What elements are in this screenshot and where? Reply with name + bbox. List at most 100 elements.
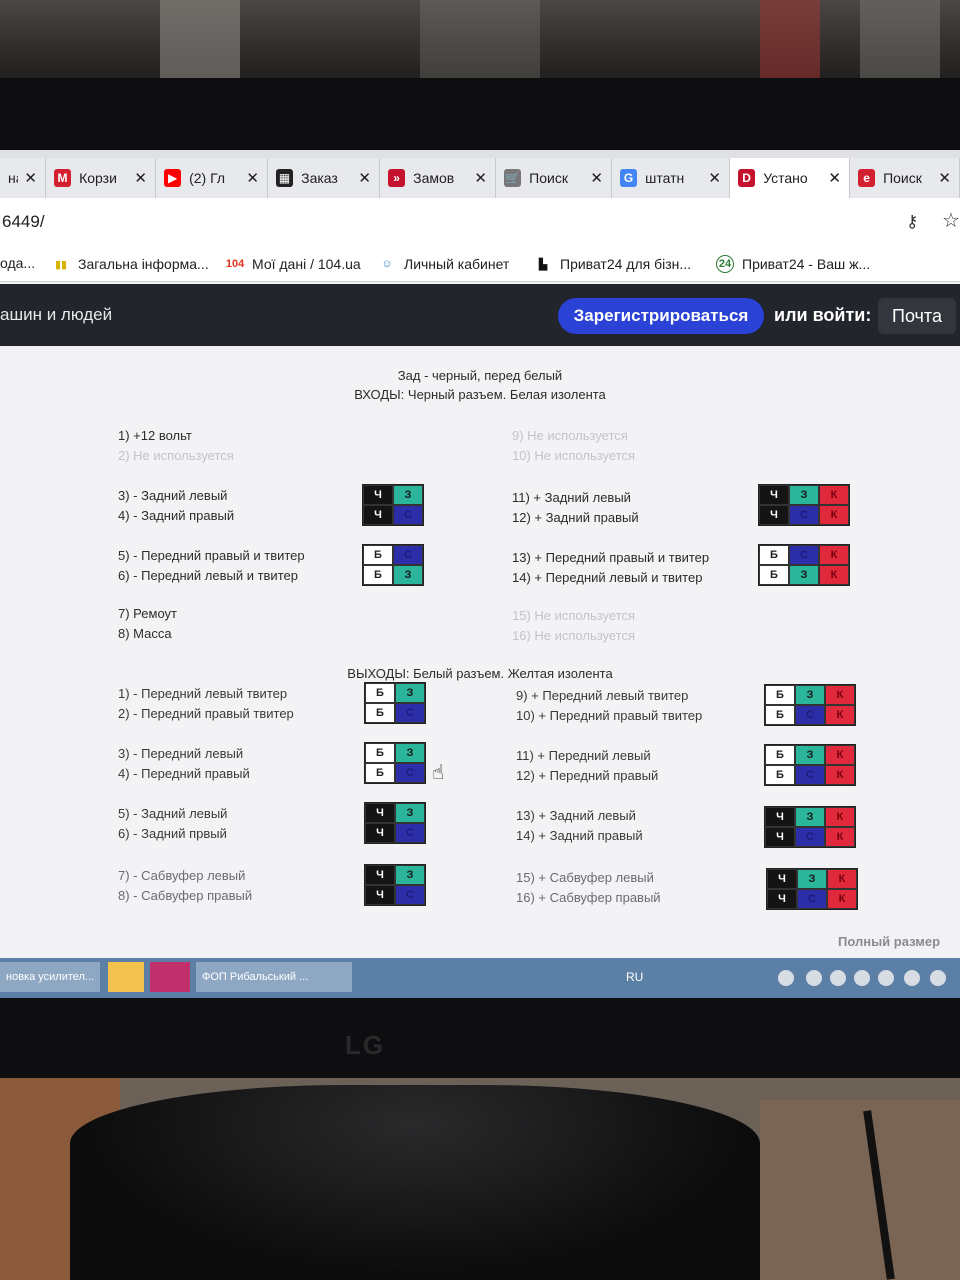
taskbar-item[interactable] — [108, 962, 144, 992]
connector-pin: С — [795, 827, 825, 847]
connector-pin: Б — [765, 705, 795, 725]
input-pin-label: 16) Не используется — [512, 628, 636, 643]
connector-pin: С — [393, 505, 423, 525]
tab-label: Замов — [413, 170, 455, 186]
tray-icon[interactable] — [904, 970, 920, 986]
tab-close-icon[interactable]: ✕ — [246, 169, 259, 187]
output-pin-label: 6) - Задний првый — [118, 826, 227, 841]
connector-diagram: ЧЗК ЧСК — [766, 868, 858, 910]
connector-pin: Б — [365, 743, 395, 763]
browser-tab[interactable]: ▦ Заказ ✕ — [268, 158, 380, 198]
bookmark-item[interactable]: 104 Мої дані / 104.ua — [226, 255, 361, 273]
key-icon[interactable]: ⚷ — [906, 212, 918, 232]
connector-pin: Б — [363, 565, 393, 585]
bookmark-favicon-icon: 104 — [225, 258, 245, 270]
language-indicator[interactable]: RU — [626, 970, 643, 984]
connector-pin: С — [795, 765, 825, 785]
connector-pin: К — [819, 485, 849, 505]
connector-pin: Ч — [363, 485, 393, 505]
connector-pin: Ч — [765, 807, 795, 827]
tab-label: Поиск — [883, 170, 922, 186]
bookmark-label: Мої дані / 104.ua — [252, 256, 361, 272]
bookmarks-bar: ода... ▮▮ Загальна інформа... 104 Мої дані /… — [0, 248, 960, 282]
tab-label: Корзи — [79, 170, 117, 186]
connector-pin: З — [393, 485, 423, 505]
connector-diagram: БСБЗ — [362, 544, 424, 586]
tab-close-icon[interactable]: ✕ — [358, 169, 371, 187]
site-header: ашин и людей Зарегистрироваться или войт… — [0, 284, 960, 346]
connector-pin: С — [795, 705, 825, 725]
connector-pin: Ч — [365, 803, 395, 823]
bookmark-favicon-icon: ☺ — [381, 258, 393, 270]
tab-label: штатн — [645, 170, 685, 186]
tab-label: (2) Гл — [189, 170, 226, 186]
shelf-box — [760, 0, 820, 80]
tab-close-icon[interactable]: ✕ — [134, 169, 147, 187]
tab-favicon-icon: ▶ — [164, 169, 182, 187]
connector-pin: С — [789, 545, 819, 565]
input-pin-label: 3) - Задний левый — [118, 488, 228, 503]
connector-pin: С — [395, 823, 425, 843]
input-pin-label: 1) +12 вольт — [118, 428, 192, 443]
input-pin-label: 4) - Задний правый — [118, 508, 235, 523]
output-pin-label: 4) - Передний правый — [118, 766, 250, 781]
tab-close-icon[interactable]: ✕ — [474, 169, 487, 187]
bookmark-item[interactable]: ▙ Приват24 для бізн... — [534, 255, 691, 273]
tab-favicon-icon: 🛒 — [504, 169, 522, 187]
bookmark-label: ода... — [0, 255, 36, 271]
connector-pin: К — [825, 705, 855, 725]
browser-tab[interactable]: на ✕ — [0, 158, 46, 198]
browser-tab[interactable]: 🛒 Поиск ✕ — [496, 158, 612, 198]
bookmark-item[interactable]: ☺ Личный кабинет — [378, 255, 509, 273]
bookmark-item[interactable]: ▮▮ Загальна інформа... — [52, 255, 209, 273]
taskbar-item[interactable]: ФОП Рибальський ... — [196, 962, 352, 992]
browser-tab[interactable]: D Устано ✕ — [730, 158, 850, 198]
taskbar-item[interactable] — [150, 962, 190, 992]
tray-icon[interactable] — [854, 970, 870, 986]
tray-icon[interactable] — [778, 970, 794, 986]
connector-pin: З — [789, 485, 819, 505]
connector-pin: Ч — [365, 823, 395, 843]
tab-close-icon[interactable]: ✕ — [590, 169, 603, 187]
output-pin-label: 9) + Передний левый твитер — [516, 688, 689, 703]
url-text[interactable]: 6449/ — [2, 212, 45, 232]
bookmark-item[interactable]: 24 Приват24 - Ваш ж... — [716, 255, 870, 273]
bookmark-star-icon[interactable]: ☆ — [942, 208, 960, 233]
browser-tab[interactable]: » Замов ✕ — [380, 158, 496, 198]
browser-tab[interactable]: e Поиск ✕ — [850, 158, 960, 198]
tray-icon[interactable] — [930, 970, 946, 986]
bookmark-item[interactable]: ода... — [0, 255, 35, 271]
input-pin-label: 10) Не используется — [512, 448, 636, 463]
screen: на✕MКорзи✕▶(2) Гл✕▦Заказ✕»Замов✕🛒Поиск✕G… — [0, 150, 960, 998]
tray-icon[interactable] — [806, 970, 822, 986]
connector-diagram: БЗК БСК — [764, 684, 856, 726]
connector-pin: Б — [365, 703, 395, 723]
tab-close-icon[interactable]: ✕ — [938, 169, 951, 187]
register-button[interactable]: Зарегистрироваться — [558, 298, 764, 334]
tray-icon[interactable] — [830, 970, 846, 986]
tray-icon[interactable] — [878, 970, 894, 986]
mail-login-button[interactable]: Почта — [878, 298, 956, 334]
connector-pin: К — [827, 889, 857, 909]
full-size-link[interactable]: Полный размер — [838, 934, 940, 949]
tab-close-icon[interactable]: ✕ — [24, 169, 37, 187]
browser-tab[interactable]: ▶ (2) Гл ✕ — [156, 158, 268, 198]
tab-close-icon[interactable]: ✕ — [708, 169, 721, 187]
address-bar[interactable]: 6449/ ⚷ ☆ — [0, 198, 960, 248]
taskbar-item[interactable]: новка усилител... — [0, 962, 100, 992]
taskbar: RU новка усилител... ФОП Рибальський ... — [0, 958, 960, 998]
tab-favicon-icon: ▦ — [276, 169, 294, 187]
connector-pin: Ч — [365, 865, 395, 885]
connector-pin: Б — [765, 745, 795, 765]
browser-tab[interactable]: Gштатн ✕ — [612, 158, 730, 198]
output-pin-label: 8) - Сабвуфер правый — [118, 888, 253, 903]
browser-tab[interactable]: M Корзи ✕ — [46, 158, 156, 198]
tab-close-icon[interactable]: ✕ — [828, 169, 841, 187]
output-pin-label: 2) - Передний правый твитер — [118, 706, 294, 721]
connector-diagram: ЧЗЧС — [364, 802, 426, 844]
connector-pin: З — [795, 685, 825, 705]
login-link[interactable]: или войти: — [774, 305, 871, 326]
connector-pin: С — [393, 545, 423, 565]
connector-pin: С — [789, 505, 819, 525]
connector-pin: Б — [759, 565, 789, 585]
